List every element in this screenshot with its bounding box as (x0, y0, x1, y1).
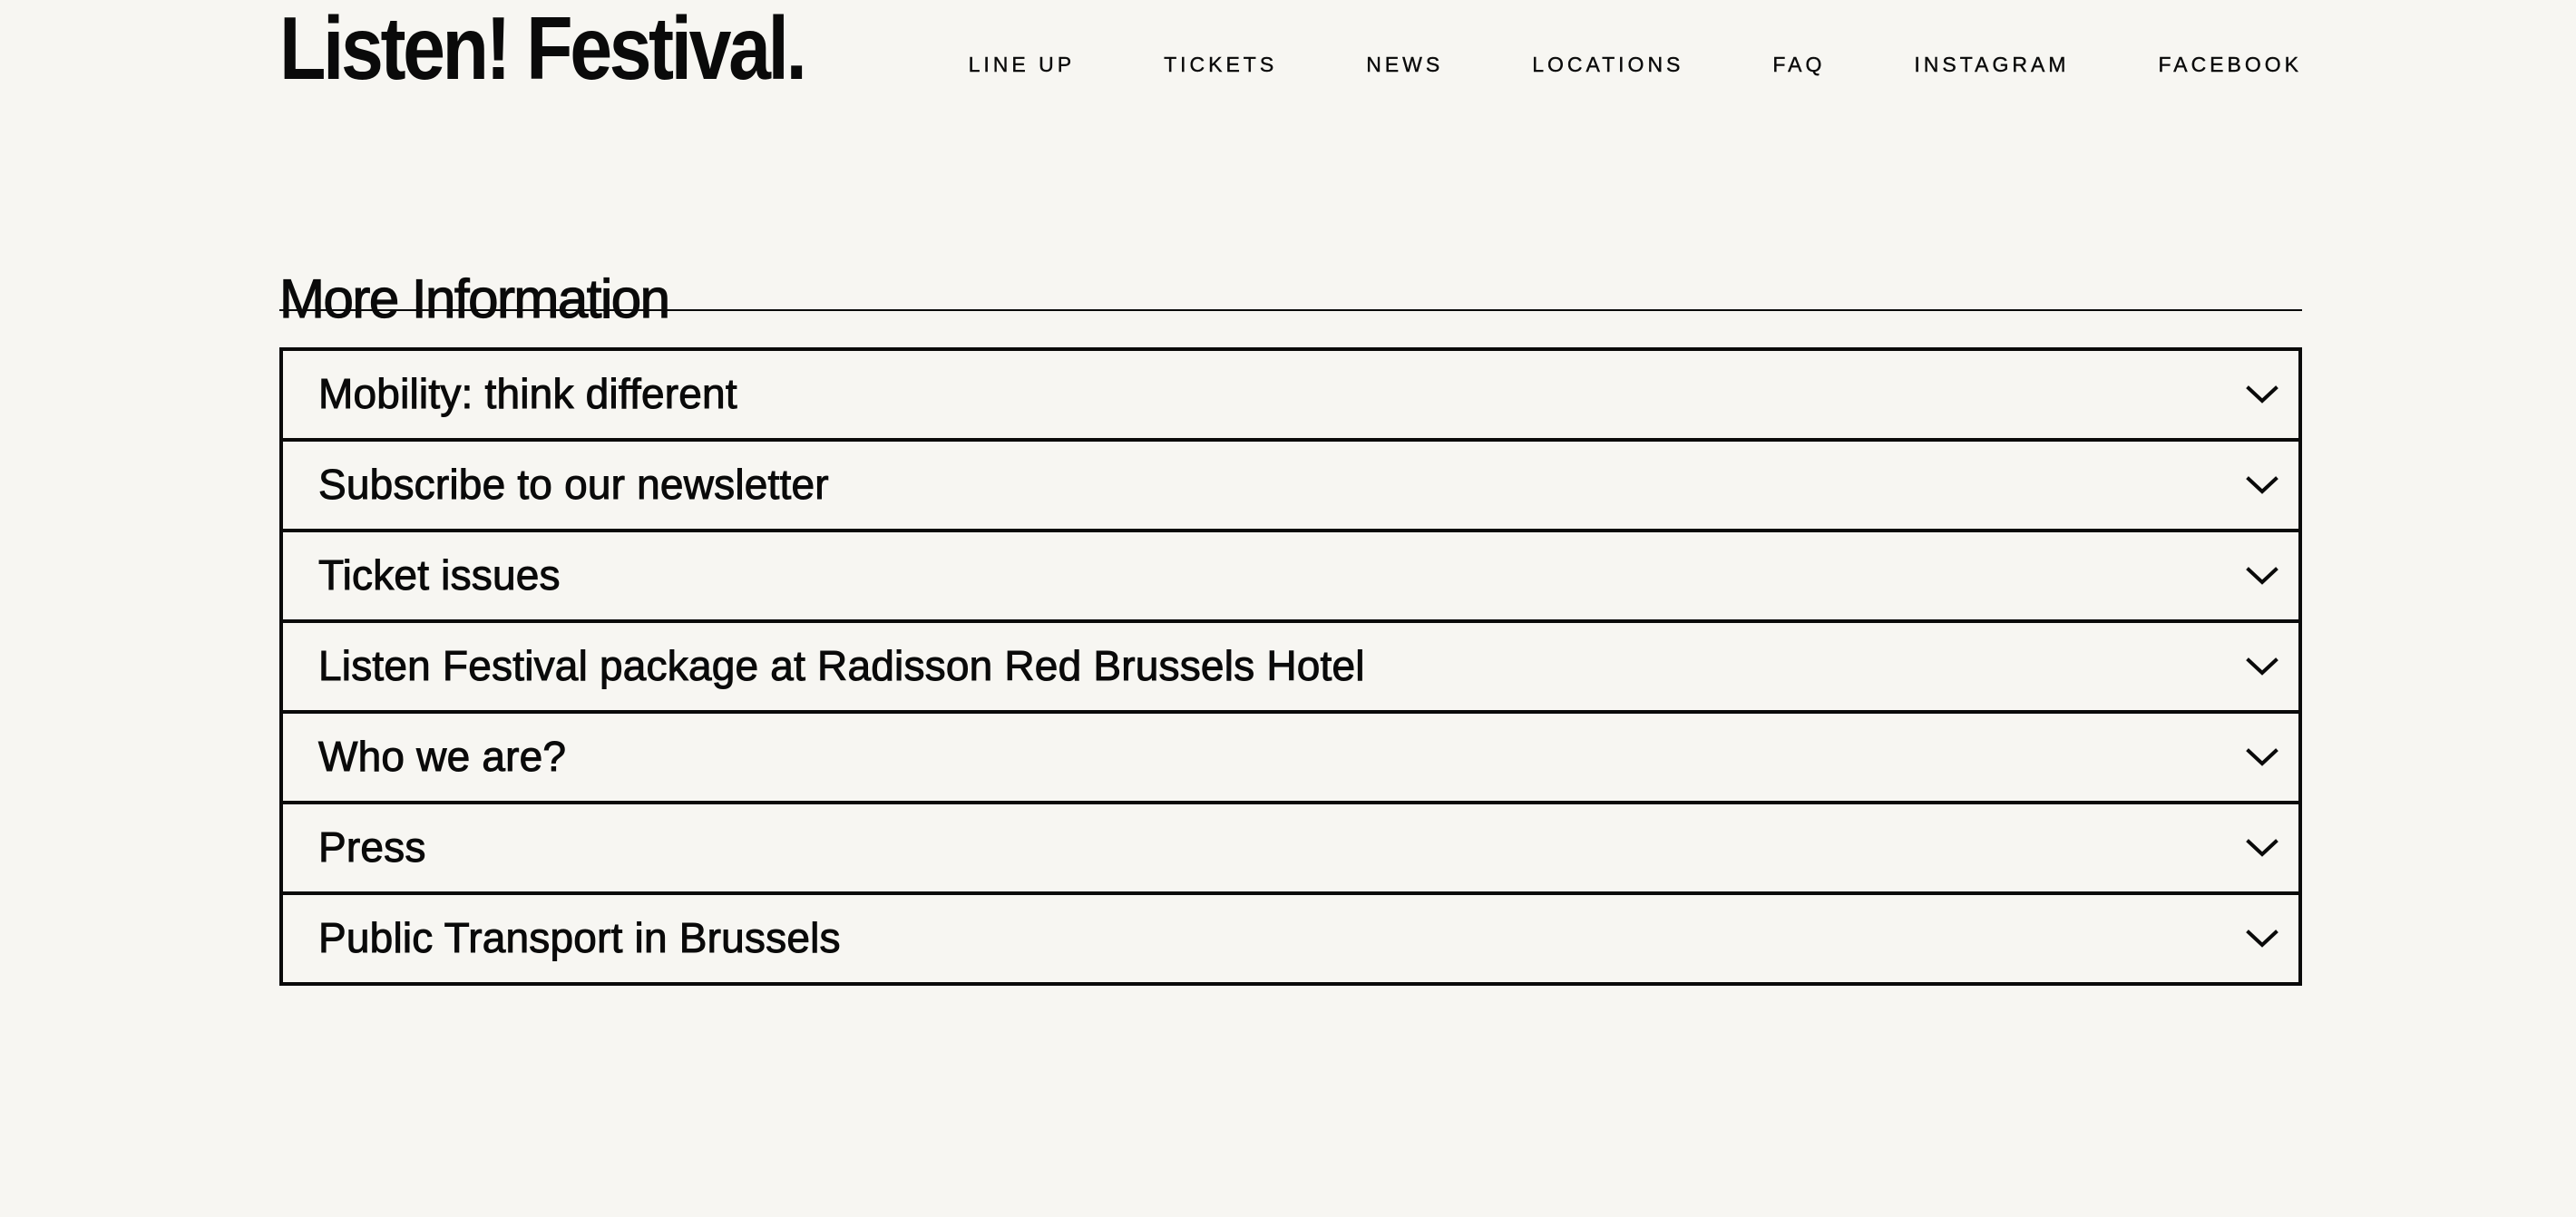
accordion-item-label: Public Transport in Brussels (318, 914, 842, 961)
nav-tickets[interactable]: TICKETS (1164, 53, 1277, 77)
accordion-item-mobility[interactable]: Mobility: think different (279, 351, 2302, 442)
info-accordion: Mobility: think different Subscribe to o… (279, 347, 2302, 986)
accordion-item-label: Subscribe to our newsletter (318, 461, 830, 508)
accordion-item-hotel-package[interactable]: Listen Festival package at Radisson Red … (279, 623, 2302, 714)
chevron-down-icon (2246, 839, 2278, 857)
nav-instagram[interactable]: INSTAGRAM (1914, 53, 2069, 77)
accordion-item-label: Mobility: think different (318, 370, 738, 417)
accordion-item-who-we-are[interactable]: Who we are? (279, 714, 2302, 804)
chevron-down-icon (2246, 567, 2278, 585)
accordion-item-press[interactable]: Press (279, 804, 2302, 895)
nav-facebook[interactable]: FACEBOOK (2158, 53, 2302, 77)
chevron-down-icon (2246, 748, 2278, 766)
site-header: Listen! Festival. LINE UP TICKETS NEWS L… (279, 0, 2302, 118)
accordion-item-label: Ticket issues (318, 551, 561, 599)
section-divider (279, 309, 2302, 311)
chevron-down-icon (2246, 476, 2278, 494)
nav-faq[interactable]: FAQ (1772, 53, 1825, 77)
accordion-item-ticket-issues[interactable]: Ticket issues (279, 532, 2302, 623)
accordion-item-label: Who we are? (317, 733, 567, 780)
chevron-down-icon (2246, 930, 2278, 948)
nav-locations[interactable]: LOCATIONS (1532, 53, 1683, 77)
chevron-down-icon (2246, 657, 2278, 676)
accordion-item-label: Listen Festival package at Radisson Red … (318, 642, 1366, 689)
nav-news[interactable]: NEWS (1366, 53, 1443, 77)
chevron-down-icon (2246, 385, 2278, 404)
page: Listen! Festival. LINE UP TICKETS NEWS L… (278, 0, 2302, 986)
section-title: More Information (278, 268, 670, 329)
accordion-item-newsletter[interactable]: Subscribe to our newsletter (279, 442, 2302, 532)
nav-line-up[interactable]: LINE UP (968, 53, 1075, 77)
main-nav: LINE UP TICKETS NEWS LOCATIONS FAQ INSTA… (968, 53, 2302, 77)
site-logo[interactable]: Listen! Festival. (279, 4, 807, 92)
accordion-item-label: Press (318, 823, 426, 871)
accordion-item-public-transport[interactable]: Public Transport in Brussels (279, 895, 2302, 986)
